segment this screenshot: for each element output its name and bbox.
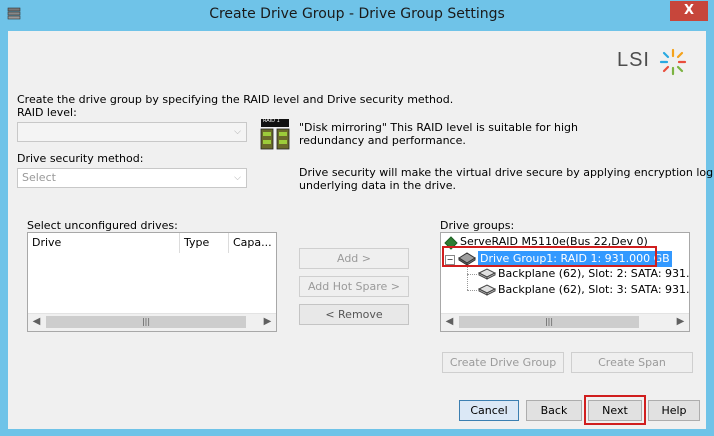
create-span-button[interactable]: Create Span bbox=[571, 352, 693, 373]
security-description-line1: Drive security will make the virtual dri… bbox=[299, 166, 714, 179]
tree-line bbox=[467, 274, 477, 275]
back-button[interactable]: Back bbox=[526, 400, 582, 421]
unconfigured-drives-list[interactable]: Drive Type Capa... ◀ ||| ▶ bbox=[27, 232, 277, 332]
title-bar[interactable]: Create Drive Group - Drive Group Setting… bbox=[0, 0, 714, 30]
hard-drive-icon bbox=[478, 284, 496, 296]
scrollbar-thumb[interactable]: ||| bbox=[459, 316, 639, 328]
chevron-left-icon[interactable]: ◀ bbox=[28, 314, 45, 331]
chevron-right-icon[interactable]: ▶ bbox=[259, 314, 276, 331]
cancel-button[interactable]: Cancel bbox=[459, 400, 519, 421]
dialog-window: Create Drive Group - Drive Group Setting… bbox=[0, 0, 714, 436]
security-method-label: Drive security method: bbox=[17, 152, 144, 165]
add-hot-spare-button[interactable]: Add Hot Spare > bbox=[299, 276, 409, 297]
intro-text: Create the drive group by specifying the… bbox=[17, 93, 454, 106]
raid-description-line2: redundancy and performance. bbox=[299, 134, 466, 147]
dialog-body: LSI Create the drive group by specifying… bbox=[8, 31, 714, 429]
unconfigured-drives-label: Select unconfigured drives: bbox=[27, 219, 178, 232]
chevron-left-icon[interactable]: ◀ bbox=[441, 314, 458, 331]
hard-drive-icon bbox=[478, 268, 496, 280]
remove-button[interactable]: < Remove bbox=[299, 304, 409, 325]
highlight-drive-group bbox=[442, 246, 657, 267]
help-button[interactable]: Help bbox=[648, 400, 700, 421]
security-description-line2: underlying data in the drive. bbox=[299, 179, 456, 192]
chevron-down-icon: ⌵ bbox=[234, 127, 241, 137]
lsi-logo-text: LSI bbox=[616, 49, 650, 71]
scrollbar-thumb[interactable]: ||| bbox=[46, 316, 246, 328]
security-method-placeholder: Select bbox=[22, 171, 56, 184]
raid-level-select[interactable]: ⌵ bbox=[17, 122, 247, 142]
horizontal-scrollbar[interactable]: ◀ ||| ▶ bbox=[441, 313, 689, 331]
horizontal-scrollbar[interactable]: ◀ ||| ▶ bbox=[28, 313, 276, 331]
raid-description-line1: "Disk mirroring" This RAID level is suit… bbox=[299, 121, 578, 134]
window-title: Create Drive Group - Drive Group Setting… bbox=[209, 6, 505, 22]
lsi-logo-icon bbox=[659, 48, 687, 76]
raid-level-label: RAID level: bbox=[17, 106, 77, 119]
close-button[interactable]: X bbox=[670, 1, 708, 21]
column-drive[interactable]: Drive bbox=[28, 233, 180, 253]
column-type[interactable]: Type bbox=[180, 233, 229, 253]
tree-item-drive[interactable]: Backplane (62), Slot: 2: SATA: 931.513 bbox=[498, 266, 689, 282]
tree-item-drive[interactable]: Backplane (62), Slot: 3: SATA: 931.513 bbox=[498, 282, 689, 298]
add-button[interactable]: Add > bbox=[299, 248, 409, 269]
create-drive-group-button[interactable]: Create Drive Group bbox=[442, 352, 564, 373]
chevron-down-icon: ⌵ bbox=[234, 173, 241, 183]
chevron-right-icon[interactable]: ▶ bbox=[672, 314, 689, 331]
highlight-next bbox=[584, 395, 646, 425]
tree-line bbox=[467, 267, 469, 290]
security-method-select[interactable]: Select ⌵ bbox=[17, 168, 247, 188]
raid-badge-text: RAID 1 bbox=[263, 118, 280, 124]
tree-line bbox=[467, 290, 477, 291]
column-capacity[interactable]: Capa... bbox=[229, 233, 276, 253]
drive-groups-label: Drive groups: bbox=[440, 219, 515, 232]
